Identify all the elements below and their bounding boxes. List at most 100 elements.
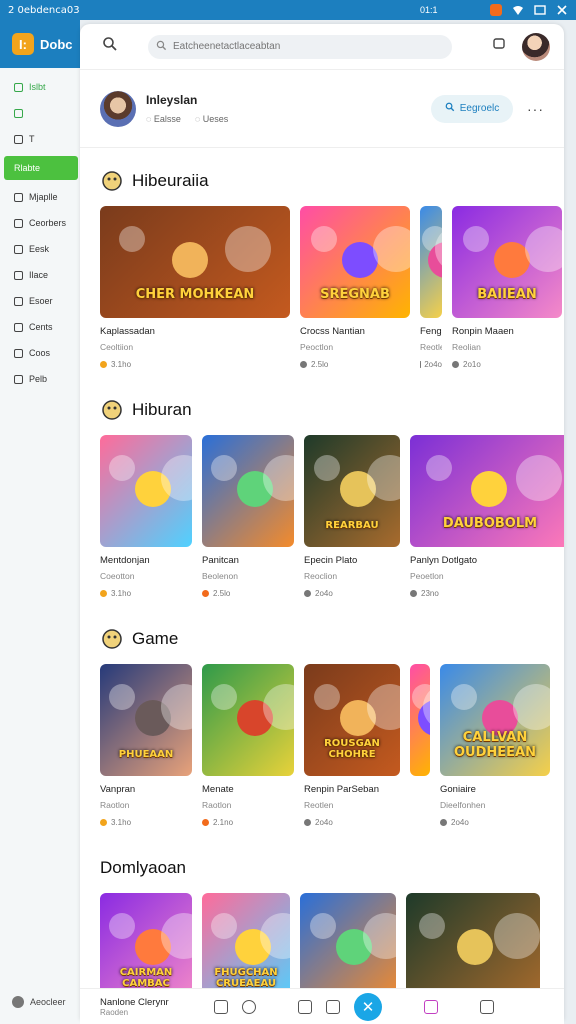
sidebar-account[interactable]: Aeocleer [12,996,66,1008]
sidebar: I: Dobc Islbt T Rlabte Mjaplle Ceorbers Eesk I… [0,20,80,1024]
sidebar-item[interactable]: Islbt [0,74,80,100]
sidebar-item[interactable]: Ceorbers [0,210,80,236]
magic-icon[interactable] [424,999,438,1014]
game-thumbnail[interactable]: DAUBOBOLM [410,435,564,547]
sidebar-item[interactable]: Eesk [0,236,80,262]
sidebar-item[interactable]: Cents [0,314,80,340]
card-meta: Vanpran Raotlon 3.1ho [100,784,192,827]
sidebar-item[interactable]: Pelb [0,366,80,392]
thumbnail-art [470,470,507,507]
bottom-title: Nanlone Clerynr [100,996,169,1008]
game-thumbnail[interactable] [202,664,294,776]
game-card[interactable]: SREGNAB [300,206,410,318]
game-card[interactable] [420,206,442,318]
game-thumbnail[interactable]: CALLVAN OUDHEEAN [440,664,550,776]
card-rating: 2o4o [420,360,442,369]
game-card[interactable] [100,435,192,547]
status-text: 2 0ebdenca03 [8,4,80,16]
game-card[interactable]: DAUBOBOLM [410,435,564,547]
sidebar-item[interactable]: Ilace [0,262,80,288]
thumbnail-art [211,684,238,711]
game-card[interactable]: ROUSGAN CHOHRE [304,664,400,776]
game-card[interactable]: CHER MOHKEAN [100,206,290,318]
notification-icon [490,4,502,16]
card-title[interactable]: Panlyn Dotlgato [410,555,564,569]
library-icon[interactable] [214,999,228,1014]
thumbnail-art [456,928,493,965]
card-subtitle: Reolian [452,342,481,352]
profile-name: Inleyslan [146,93,198,107]
card-title[interactable]: Menate [202,784,294,798]
sidebar-item-label: Ceorbers [29,218,67,228]
game-thumbnail[interactable]: CHER MOHKEAN [100,206,290,318]
sidebar-item-icon [14,374,23,384]
sidebar-item-label: Cents [29,322,53,332]
sidebar-item[interactable]: Esoer [0,288,80,314]
close-icon[interactable] [556,4,568,16]
user-avatar[interactable] [522,32,550,61]
search-icon[interactable] [102,36,118,57]
content-section: Hiburan REARBAU DAUBOBOLM Mentdonjan Coeotto… [80,395,564,598]
game-card[interactable] [202,664,294,776]
card-meta: Goniaire Dieelfonhen 2o4o [440,784,550,827]
game-card[interactable]: BAIIEAN [452,206,562,318]
game-thumbnail[interactable] [410,664,430,776]
sidebar-item-icon [14,270,23,280]
sidebar-item[interactable]: Rlabte [4,156,78,180]
game-thumbnail[interactable]: REARBAU [304,435,400,547]
game-thumbnail[interactable]: BAIIEAN [452,206,562,318]
bottom-now-playing[interactable]: Nanlone Clerynr Raoden [100,997,200,1017]
more-options-icon[interactable]: ··· [527,101,544,117]
card-rating-text: 3.1ho [111,589,132,598]
game-card[interactable] [410,664,430,776]
card-title[interactable]: Renpin ParSeban [304,784,400,798]
close-fab-button[interactable]: ✕ [354,992,382,1021]
sidebar-item[interactable] [0,100,80,126]
sidebar-item-icon [14,108,23,118]
card-title[interactable] [410,784,430,798]
card-title[interactable]: Vanpran [100,784,192,798]
game-thumbnail[interactable]: ROUSGAN CHOHRE [304,664,400,776]
card-title[interactable]: Ronpin Maaen [452,326,562,340]
thumbnail-art [225,226,272,273]
sidebar-item[interactable]: Mjaplle [0,184,80,210]
share-icon[interactable] [298,999,312,1014]
search-input[interactable] [173,41,443,52]
card-meta: Menate Raotlon 2.1no [202,784,294,827]
top-bar [80,24,564,70]
sidebar-item-icon [14,82,23,92]
game-thumbnail[interactable] [100,435,192,547]
game-thumbnail[interactable]: PHUEAAN [100,664,192,776]
follow-button-label: Eegroelc [459,103,500,114]
card-rating-text: 2o4o [315,818,333,827]
card-title[interactable]: Mentdonjan [100,555,192,569]
game-thumbnail[interactable]: SREGNAB [300,206,410,318]
game-card[interactable]: CALLVAN OUDHEEAN [440,664,550,776]
brand[interactable]: I: Dobc [0,20,80,68]
card-title[interactable]: Panitcan [202,555,294,569]
card-meta [410,784,430,827]
card-title[interactable]: Goniaire [440,784,550,798]
game-thumbnail[interactable] [420,206,442,318]
sidebar-item[interactable]: Coos [0,340,80,366]
card-title[interactable]: Epecin Plato [304,555,400,569]
bookmark-icon[interactable] [326,999,340,1014]
card-title[interactable]: Crocss Nantian [300,326,410,340]
game-card[interactable] [202,435,294,547]
game-card[interactable]: REARBAU [304,435,400,547]
search-bar[interactable] [148,34,452,59]
profile-avatar[interactable] [100,90,136,127]
comment-icon[interactable] [242,999,256,1014]
card-title[interactable]: Fenglam Heiloan [420,326,442,340]
sidebar-item[interactable]: T [0,126,80,152]
chat-icon[interactable] [492,37,506,56]
game-thumbnail[interactable] [202,435,294,547]
settings-icon[interactable] [480,999,494,1014]
card-subtitle: Dieelfonhen [440,800,486,810]
profile-stat-1: Ealsse [146,114,181,124]
card-title[interactable]: Kaplassadan [100,326,290,340]
follow-button[interactable]: Eegroelc [431,94,513,123]
game-card[interactable]: PHUEAAN [100,664,192,776]
minimize-icon[interactable] [534,4,546,16]
card-subtitle: Reotlen [420,342,442,352]
